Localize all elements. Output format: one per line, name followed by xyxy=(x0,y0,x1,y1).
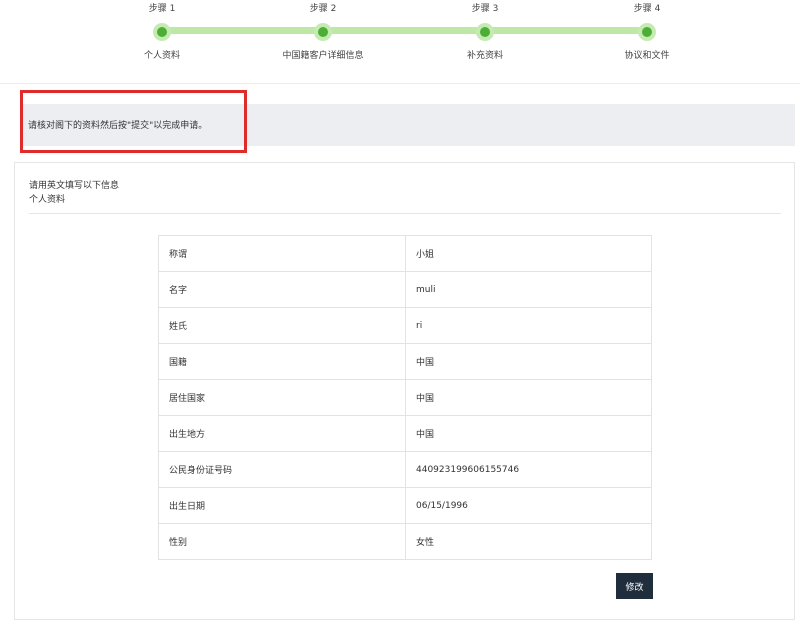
step-3-indicator-icon xyxy=(476,23,494,41)
table-row: 称谓 小姐 xyxy=(158,235,652,272)
step-1[interactable]: 步骤 1 个人资料 xyxy=(97,0,227,62)
step-3-label: 补充资料 xyxy=(466,51,503,61)
step-2-indicator-icon xyxy=(314,23,332,41)
step-2[interactable]: 步骤 2 中国籍客户详细信息 xyxy=(258,0,388,62)
row-value: 小姐 xyxy=(405,235,652,272)
row-label: 出生日期 xyxy=(158,487,406,524)
row-label: 出生地方 xyxy=(158,415,406,452)
row-label: 姓氏 xyxy=(158,307,406,344)
application-review-page: 步骤 1 个人资料 步骤 2 中国籍客户详细信息 步骤 3 补充资料 步骤 4 … xyxy=(0,0,800,626)
table-row: 出生日期 06/15/1996 xyxy=(158,487,652,524)
row-value: muli xyxy=(405,271,652,308)
row-value: 中国 xyxy=(405,343,652,380)
row-label: 国籍 xyxy=(158,343,406,380)
step-2-label: 中国籍客户详细信息 xyxy=(282,51,364,61)
step-4[interactable]: 步骤 4 协议和文件 xyxy=(582,0,712,62)
row-value: 06/15/1996 xyxy=(405,487,652,524)
step-1-label: 个人资料 xyxy=(143,51,180,61)
row-value: 中国 xyxy=(405,379,652,416)
table-row: 姓氏 ri xyxy=(158,307,652,344)
notice-highlight-box xyxy=(20,90,247,153)
section-divider xyxy=(29,213,781,214)
table-row: 名字 muli xyxy=(158,271,652,308)
step-1-number: 步骤 1 xyxy=(148,4,176,14)
edit-button[interactable]: 修改 xyxy=(616,573,653,599)
stepper-track xyxy=(162,27,647,34)
row-value: 中国 xyxy=(405,415,652,452)
step-1-indicator-icon xyxy=(153,23,171,41)
table-row: 出生地方 中国 xyxy=(158,415,652,452)
table-row: 公民身份证号码 440923199606155746 xyxy=(158,451,652,488)
row-label: 居住国家 xyxy=(158,379,406,416)
row-label: 名字 xyxy=(158,271,406,308)
step-2-number: 步骤 2 xyxy=(309,4,337,14)
step-3-number: 步骤 3 xyxy=(471,4,499,14)
row-value: 女性 xyxy=(405,523,652,560)
step-4-indicator-icon xyxy=(638,23,656,41)
english-instruction: 请用英文填写以下信息 xyxy=(29,181,120,191)
progress-stepper: 步骤 1 个人资料 步骤 2 中国籍客户详细信息 步骤 3 补充资料 步骤 4 … xyxy=(0,0,800,84)
row-label: 称谓 xyxy=(158,235,406,272)
row-label: 性别 xyxy=(158,523,406,560)
table-row: 居住国家 中国 xyxy=(158,379,652,416)
row-label: 公民身份证号码 xyxy=(158,451,406,488)
row-value: ri xyxy=(405,307,652,344)
section-title: 个人资料 xyxy=(29,195,66,205)
table-row: 国籍 中国 xyxy=(158,343,652,380)
personal-info-card: 请用英文填写以下信息 个人资料 称谓 小姐 名字 muli 姓氏 ri 国籍 中… xyxy=(14,162,795,620)
step-3[interactable]: 步骤 3 补充资料 xyxy=(420,0,550,62)
row-value: 440923199606155746 xyxy=(405,451,652,488)
step-4-label: 协议和文件 xyxy=(624,51,670,61)
table-row: 性别 女性 xyxy=(158,523,652,560)
personal-info-table: 称谓 小姐 名字 muli 姓氏 ri 国籍 中国 居住国家 中国 出生地方 中… xyxy=(158,235,652,560)
step-4-number: 步骤 4 xyxy=(633,4,661,14)
